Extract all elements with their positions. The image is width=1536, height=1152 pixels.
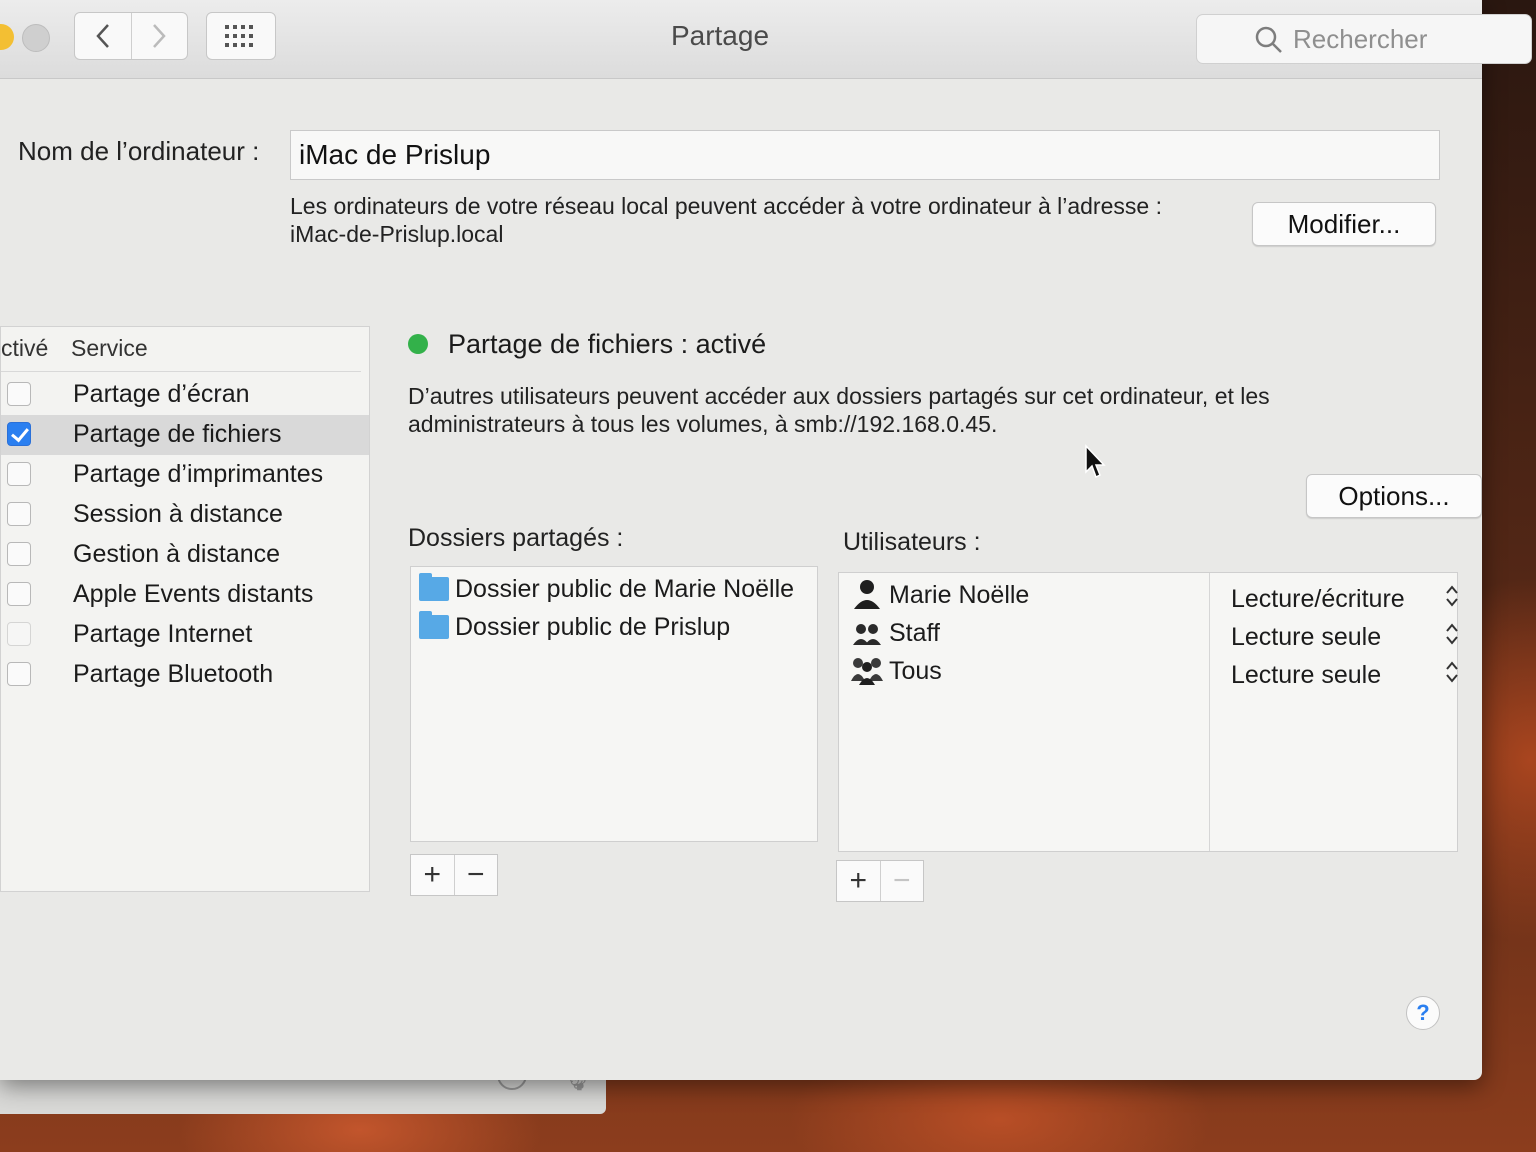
service-list: ctivé Service Partage d’écran Partage de…	[0, 326, 370, 892]
users-add-remove: + −	[836, 860, 924, 902]
status-indicator	[408, 334, 428, 354]
user-name: Tous	[889, 657, 942, 685]
service-label: Partage d’imprimantes	[73, 460, 324, 488]
search-placeholder: Rechercher	[1293, 23, 1428, 54]
service-label: Partage d’écran	[73, 380, 250, 408]
folders-add-remove: + −	[410, 854, 498, 896]
computer-name-input[interactable]: iMac de Prislup	[290, 130, 1440, 180]
shared-folders-label: Dossiers partagés :	[408, 524, 624, 552]
search-icon	[1255, 26, 1282, 53]
header-service[interactable]: Service	[71, 335, 148, 362]
permission-select[interactable]: Lecture/écriture	[1231, 585, 1405, 614]
service-row-internet-sharing[interactable]: Partage Internet	[1, 615, 369, 655]
folder-label: Dossier public de Marie Noëlle	[455, 575, 795, 603]
service-checkbox[interactable]	[7, 422, 31, 446]
service-label: Partage Bluetooth	[73, 660, 274, 688]
service-label: Partage Internet	[73, 620, 253, 648]
everyone-icon	[851, 658, 883, 685]
shared-folders-list: Dossier public de Marie Noëlle Dossier p…	[410, 566, 818, 842]
help-button[interactable]: ?	[1406, 996, 1440, 1030]
add-folder-button[interactable]: +	[411, 855, 454, 895]
service-checkbox[interactable]	[7, 542, 31, 566]
local-address-hostname: iMac-de-Prislup.local	[290, 221, 504, 247]
status-description: D’autres utilisateurs peuvent accéder au…	[408, 383, 1270, 437]
header-active[interactable]: ctivé	[1, 335, 48, 362]
service-checkbox[interactable]	[7, 622, 31, 646]
service-label: Gestion à distance	[73, 540, 281, 568]
remove-user-button[interactable]: −	[879, 861, 924, 901]
window-title: Partage	[670, 20, 770, 51]
permission-select[interactable]: Lecture seule	[1231, 661, 1381, 690]
updown-arrows-icon[interactable]	[1445, 659, 1459, 685]
modify-button[interactable]: Modifier...	[1252, 202, 1436, 246]
user-row[interactable]: Staff Lecture seule	[851, 613, 1458, 652]
minimize-button[interactable]	[0, 24, 14, 50]
grid-icon	[225, 25, 253, 47]
service-row-remote-login[interactable]: Session à distance	[1, 495, 369, 535]
computer-name-label: Nom de l’ordinateur :	[18, 136, 260, 166]
zoom-button[interactable]	[22, 24, 50, 52]
service-checkbox[interactable]	[7, 462, 31, 486]
user-row[interactable]: Tous Lecture seule	[851, 651, 1458, 690]
chevron-right-icon	[153, 24, 166, 48]
service-list-header: ctivé Service	[1, 327, 361, 372]
user-row[interactable]: Marie Noëlle Lecture/écriture	[851, 575, 1458, 614]
forward-button[interactable]	[130, 13, 188, 59]
single-user-icon	[854, 580, 880, 609]
users-label: Utilisateurs :	[843, 528, 981, 556]
local-address-description: Les ordinateurs de votre réseau local pe…	[290, 193, 1162, 219]
navigation-buttons	[74, 12, 188, 60]
service-row-remote-apple-events[interactable]: Apple Events distants	[1, 575, 369, 615]
permission-select[interactable]: Lecture seule	[1231, 623, 1381, 652]
mouse-pointer-icon	[1085, 444, 1106, 479]
status-title: Partage de fichiers : activé	[448, 329, 767, 359]
sharing-preferences-window: Partage Rechercher Nom de l’ordinateur :…	[0, 0, 1532, 1080]
service-checkbox[interactable]	[7, 662, 31, 686]
local-address-text: Les ordinateurs de votre réseau local pe…	[290, 192, 1162, 248]
options-button[interactable]: Options...	[1306, 474, 1482, 518]
service-label: Partage de fichiers	[73, 420, 282, 448]
service-row-screen-sharing[interactable]: Partage d’écran	[1, 375, 369, 415]
service-label: Session à distance	[73, 500, 283, 528]
service-row-printer-sharing[interactable]: Partage d’imprimantes	[1, 455, 369, 495]
updown-arrows-icon[interactable]	[1445, 583, 1459, 609]
service-row-bluetooth-sharing[interactable]: Partage Bluetooth	[1, 655, 369, 695]
folder-icon	[419, 573, 449, 601]
user-name: Staff	[889, 619, 940, 647]
add-user-button[interactable]: +	[837, 861, 880, 901]
back-button[interactable]	[75, 13, 131, 59]
remove-folder-button[interactable]: −	[453, 855, 498, 895]
updown-arrows-icon[interactable]	[1445, 621, 1459, 647]
chevron-left-icon	[96, 24, 109, 48]
folder-label: Dossier public de Prislup	[455, 613, 731, 641]
service-row-file-sharing[interactable]: Partage de fichiers	[1, 415, 369, 455]
search-field[interactable]: Rechercher	[1196, 14, 1532, 64]
show-all-button[interactable]	[206, 12, 276, 60]
service-label: Apple Events distants	[73, 580, 314, 608]
service-row-remote-management[interactable]: Gestion à distance	[1, 535, 369, 575]
service-checkbox[interactable]	[7, 502, 31, 526]
public-folder-icon	[419, 611, 449, 639]
title-bar: Partage Rechercher	[0, 0, 1532, 79]
user-name: Marie Noëlle	[889, 581, 1030, 609]
users-list: Marie Noëlle Lecture/écriture Staff Lect…	[838, 572, 1458, 852]
group-icon	[853, 624, 881, 645]
service-checkbox[interactable]	[7, 582, 31, 606]
service-checkbox[interactable]	[7, 382, 31, 406]
